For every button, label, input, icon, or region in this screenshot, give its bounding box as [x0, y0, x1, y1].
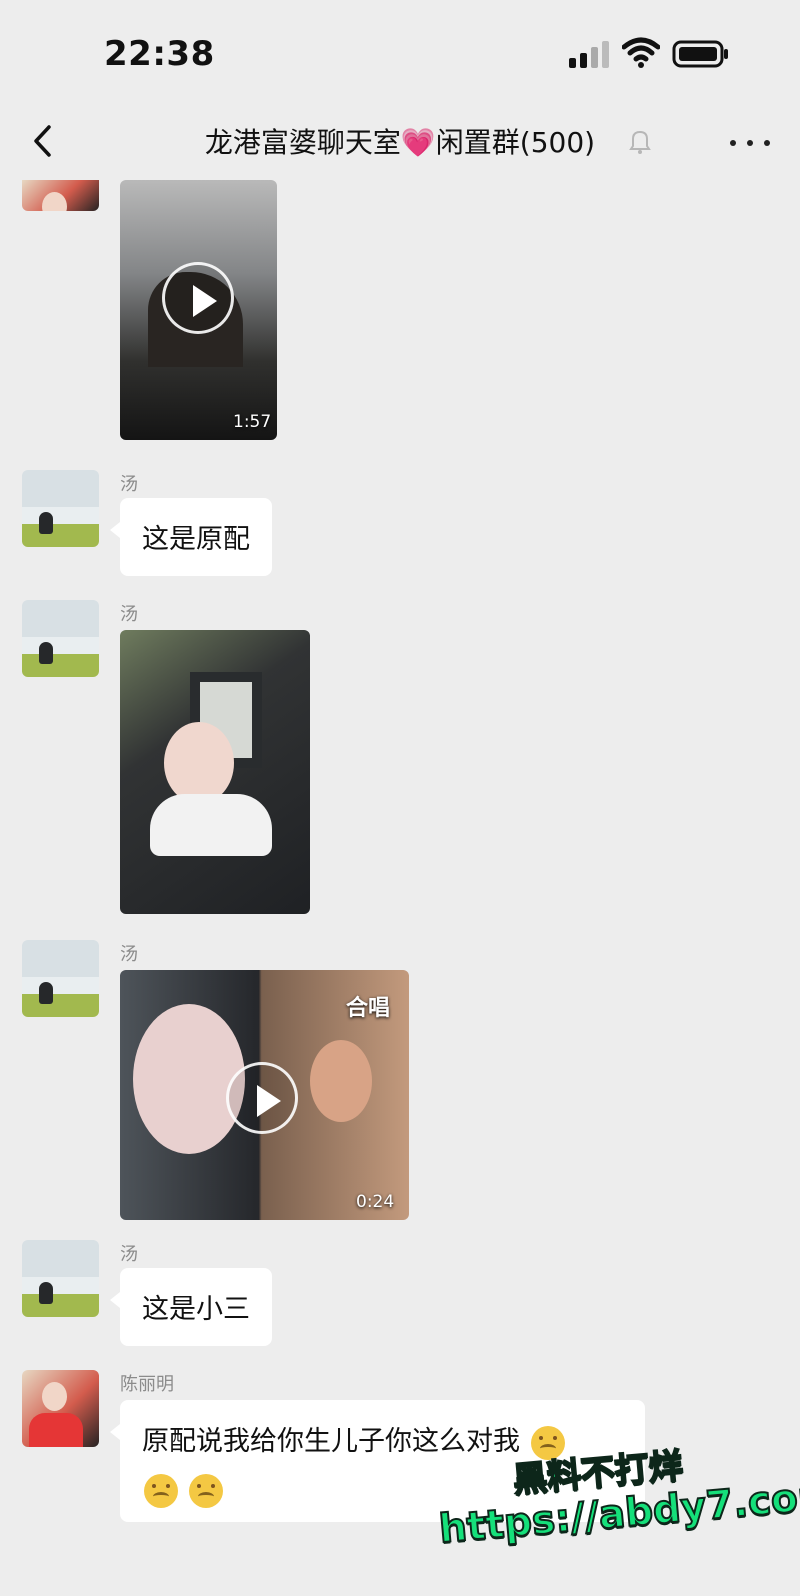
chat-title: 龙港富婆聊天室💗闲置群(500)	[204, 126, 596, 159]
photo-person-shape	[164, 722, 234, 804]
sender-avatar[interactable]	[22, 470, 99, 547]
video-right-face-shape	[310, 1040, 372, 1122]
duet-label: 合唱	[346, 996, 391, 1021]
message-bubble[interactable]: 这是原配	[110, 498, 272, 576]
photo-thumbnail[interactable]	[120, 630, 310, 914]
sender-name: 汤	[120, 604, 138, 625]
message-video-2: 汤 合唱 0:24	[0, 940, 800, 1220]
sender-name: 汤	[120, 1244, 138, 1265]
sender-avatar[interactable]	[22, 600, 99, 677]
photo-shirt-shape	[150, 794, 272, 856]
battery-icon	[672, 40, 728, 68]
sender-name: 汤	[120, 474, 138, 495]
more-menu-icon[interactable]	[725, 131, 775, 155]
play-icon[interactable]	[226, 1062, 298, 1134]
status-bar: 22:38	[0, 0, 800, 105]
sender-avatar[interactable]	[22, 940, 99, 1017]
video-duration: 0:24	[356, 1192, 395, 1212]
crying-face-emoji	[188, 1473, 223, 1508]
crying-face-emoji	[144, 1473, 178, 1508]
message-text-2: 汤 这是小三	[0, 1240, 800, 1360]
message-video-1: 1:57	[0, 180, 800, 445]
video-left-face-shape	[133, 1004, 245, 1154]
signal-bars-icon	[569, 41, 609, 68]
status-time: 22:38	[104, 34, 215, 74]
video-thumbnail[interactable]: 1:57	[120, 180, 277, 440]
message-text: 原配说我给你生儿子你这么对我	[142, 1426, 520, 1457]
chat-header: 龙港富婆聊天室💗闲置群(500)	[0, 105, 800, 180]
sender-avatar[interactable]	[22, 1370, 99, 1447]
wifi-icon	[622, 37, 660, 68]
sender-name: 陈丽明	[120, 1374, 174, 1395]
back-chevron-icon[interactable]	[24, 121, 64, 161]
sender-avatar[interactable]	[22, 1240, 99, 1317]
message-image-1: 汤	[0, 600, 800, 920]
sender-name: 汤	[120, 944, 138, 965]
video-thumbnail[interactable]: 合唱 0:24	[120, 970, 409, 1220]
muted-bell-icon	[629, 130, 651, 154]
video-duration: 1:57	[233, 412, 272, 432]
message-bubble[interactable]: 这是小三	[110, 1268, 272, 1346]
sender-avatar[interactable]	[22, 180, 99, 211]
play-icon[interactable]	[162, 262, 234, 334]
message-text-1: 汤 这是原配	[0, 470, 800, 590]
